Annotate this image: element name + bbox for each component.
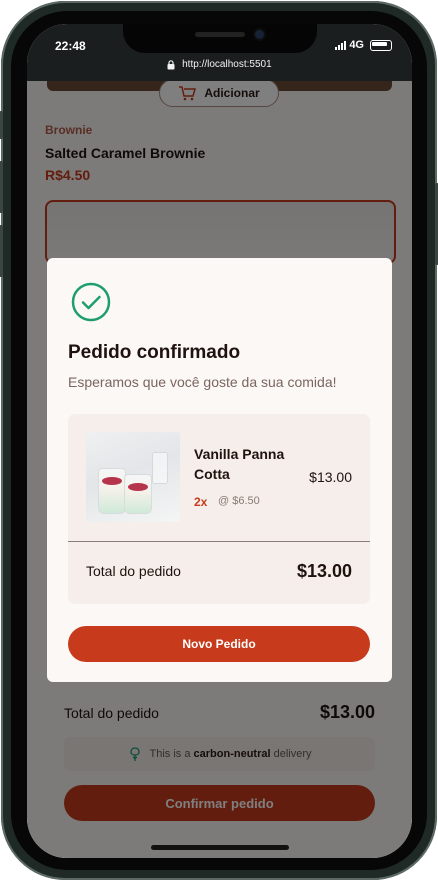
item-thumbnail	[86, 432, 180, 522]
modal-title: Pedido confirmado	[68, 342, 241, 363]
item-name: Vanilla Panna Cotta	[194, 446, 285, 482]
check-circle-icon	[71, 282, 111, 322]
volume-up-button	[0, 161, 3, 213]
order-total-value: $13.00	[296, 561, 352, 581]
item-quantity: 2x	[194, 495, 208, 509]
volume-down-button	[0, 225, 3, 277]
item-unit-price: @ $6.50	[218, 495, 260, 507]
order-total-label: Total do pedido	[86, 563, 181, 579]
speaker	[195, 32, 245, 37]
signal-icon	[335, 40, 347, 50]
lock-icon	[167, 59, 175, 69]
notch	[123, 24, 317, 53]
item-total-price: $13.00	[309, 469, 352, 485]
status-indicators: 4G	[335, 39, 392, 51]
mute-switch	[0, 111, 3, 139]
status-time: 22:48	[55, 39, 86, 53]
network-type: 4G	[349, 39, 364, 51]
order-confirmed-modal: Pedido confirmado Esperamos que você gos…	[47, 258, 392, 682]
battery-icon	[370, 39, 392, 51]
camera	[255, 30, 264, 39]
browser-url-bar[interactable]: http://localhost:5501	[27, 59, 412, 81]
summary-divider	[68, 541, 370, 542]
home-indicator[interactable]	[151, 845, 289, 850]
status-bar: 22:48 4G	[27, 24, 412, 59]
url-text: http://localhost:5501	[182, 59, 272, 70]
screen: Adicionar Brownie Salted Caramel Brownie…	[27, 24, 412, 858]
modal-subtitle: Esperamos que você goste da sua comida!	[68, 374, 337, 390]
new-order-button[interactable]: Novo Pedido	[68, 626, 370, 662]
order-summary: Vanilla Panna Cotta 2x @ $6.50 $13.00 To…	[68, 414, 370, 604]
